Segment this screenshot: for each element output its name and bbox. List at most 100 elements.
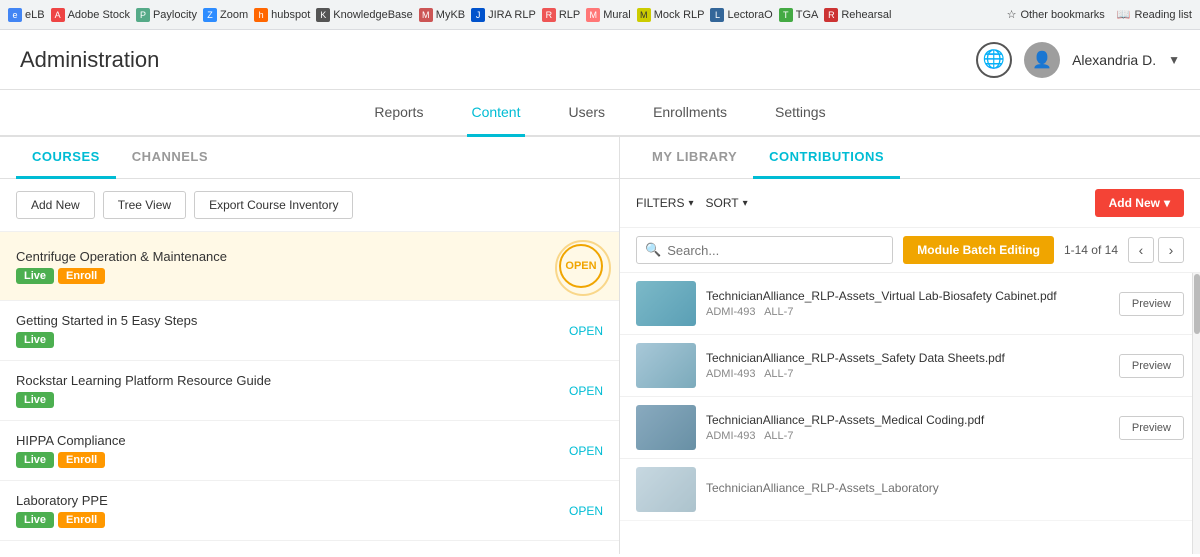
bookmark-jira[interactable]: J JIRA RLP [471,8,536,22]
course-info: Medical Coding Live Enroll [16,553,106,554]
content-thumbnail [636,281,696,326]
scrollbar-thumb[interactable] [1194,274,1200,334]
bookmark-rlp[interactable]: R RLP [542,8,580,22]
avatar: 👤 [1024,42,1060,78]
badge-enroll: Enroll [58,268,105,284]
module-batch-editing-button[interactable]: Module Batch Editing [903,236,1054,264]
content-title: TechnicianAlliance_RLP-Assets_Laboratory [706,481,1184,495]
course-badges: Live Enroll [16,268,227,284]
sort-button[interactable]: SORT ▾ [705,196,747,210]
preview-button[interactable]: Preview [1119,292,1184,316]
bookmark-mykb[interactable]: M MyKB [419,8,465,22]
course-item: Getting Started in 5 Easy Steps Live OPE… [0,301,619,361]
tab-enrollments[interactable]: Enrollments [649,90,731,137]
content-thumbnail [636,405,696,450]
export-course-inventory-button[interactable]: Export Course Inventory [194,191,353,219]
content-meta: ADMI-493 ALL-7 [706,306,1109,318]
prev-page-button[interactable]: ‹ [1128,237,1154,263]
bookmark-elb[interactable]: e eLB [8,8,45,22]
course-list: Centrifuge Operation & Maintenance Live … [0,232,619,554]
content-title: TechnicianAlliance_RLP-Assets_Medical Co… [706,413,1109,427]
course-item: Laboratory PPE Live Enroll OPEN [0,481,619,541]
course-name: Laboratory PPE [16,493,108,508]
next-page-button[interactable]: › [1158,237,1184,263]
add-new-dropdown-icon: ▾ [1164,196,1170,210]
open-label: OPEN [565,260,596,272]
bookmark-hubspot[interactable]: h hubspot [254,8,310,22]
badge-live: Live [16,268,54,284]
bookmark-mural[interactable]: M Mural [586,8,631,22]
course-badges: Live Enroll [16,452,126,468]
bookmark-zoom[interactable]: Z Zoom [203,8,248,22]
sub-tab-contributions[interactable]: CONTRIBUTIONS [753,137,900,179]
content-item: TechnicianAlliance_RLP-Assets_Safety Dat… [620,335,1200,397]
left-toolbar: Add New Tree View Export Course Inventor… [0,179,619,232]
content-item: TechnicianAlliance_RLP-Assets_Laboratory [620,459,1200,521]
content-meta: ADMI-493 ALL-7 [706,430,1109,442]
other-bookmarks: ☆ Other bookmarks 📖 Reading list [1007,8,1192,21]
badge-enroll: Enroll [58,452,105,468]
search-input[interactable] [667,243,884,258]
app-header: Administration 🌐 👤 Alexandria D. ▼ [0,30,1200,90]
tab-reports[interactable]: Reports [370,90,427,137]
course-badges: Live [16,392,271,408]
course-info: Centrifuge Operation & Maintenance Live … [16,249,227,284]
course-info: Rockstar Learning Platform Resource Guid… [16,373,271,408]
bookmark-rehearsal[interactable]: R Rehearsal [824,8,891,22]
open-button[interactable]: OPEN [569,384,603,398]
tab-settings[interactable]: Settings [771,90,830,137]
badge-live: Live [16,512,54,528]
content-meta2: ALL-7 [764,430,793,442]
app-title: Administration [20,47,159,73]
content-meta2: ALL-7 [764,368,793,380]
course-item: Rockstar Learning Platform Resource Guid… [0,361,619,421]
tab-content[interactable]: Content [467,90,524,137]
bookmark-tga[interactable]: T TGA [779,8,819,22]
content-info: TechnicianAlliance_RLP-Assets_Safety Dat… [706,351,1109,380]
open-button[interactable]: OPEN [569,444,603,458]
preview-button[interactable]: Preview [1119,354,1184,378]
content-meta1: ADMI-493 [706,430,756,442]
search-icon: 🔍 [645,242,661,258]
content-thumbnail [636,343,696,388]
add-new-content-button[interactable]: Add New ▾ [1095,189,1184,217]
course-item: Centrifuge Operation & Maintenance Live … [0,232,619,301]
content-item: TechnicianAlliance_RLP-Assets_Medical Co… [620,397,1200,459]
bookmark-paylocity[interactable]: P Paylocity [136,8,197,22]
scrollbar-track[interactable] [1192,273,1200,554]
badge-live: Live [16,452,54,468]
globe-icon[interactable]: 🌐 [976,42,1012,78]
open-button[interactable]: OPEN [569,504,603,518]
course-info: HIPPA Compliance Live Enroll [16,433,126,468]
add-new-button[interactable]: Add New [16,191,95,219]
content-item: TechnicianAlliance_RLP-Assets_Virtual La… [620,273,1200,335]
left-sub-tabs: COURSES CHANNELS [0,137,619,179]
sub-tab-my-library[interactable]: MY LIBRARY [636,137,753,179]
open-button[interactable]: OPEN [569,324,603,338]
badge-live: Live [16,392,54,408]
course-name: Rockstar Learning Platform Resource Guid… [16,373,271,388]
filters-button[interactable]: FILTERS ▾ [636,196,693,210]
content-meta1: ADMI-493 [706,306,756,318]
content-info: TechnicianAlliance_RLP-Assets_Virtual La… [706,289,1109,318]
course-item: Medical Coding Live Enroll OPEN [0,541,619,554]
open-circle-button[interactable]: OPEN [559,244,603,288]
preview-button[interactable]: Preview [1119,416,1184,440]
sub-tab-channels[interactable]: CHANNELS [116,137,224,179]
tree-view-button[interactable]: Tree View [103,191,186,219]
content-title: TechnicianAlliance_RLP-Assets_Virtual La… [706,289,1109,303]
bookmark-mockrlp[interactable]: M Mock RLP [637,8,705,22]
content-meta2: ALL-7 [764,306,793,318]
filters-row: FILTERS ▾ SORT ▾ Add New ▾ [620,179,1200,228]
user-name: Alexandria D. [1072,52,1156,68]
sub-tab-courses[interactable]: COURSES [16,137,116,179]
bookmark-knowledgebase[interactable]: K KnowledgeBase [316,8,413,22]
pagination-buttons: ‹ › [1128,237,1184,263]
user-dropdown-arrow[interactable]: ▼ [1168,53,1180,67]
tab-users[interactable]: Users [565,90,610,137]
right-panel: MY LIBRARY CONTRIBUTIONS FILTERS ▾ SORT … [620,137,1200,554]
bookmark-adobe[interactable]: A Adobe Stock [51,8,130,22]
course-badges: Live Enroll [16,512,108,528]
browser-bookmarks-bar: e eLB A Adobe Stock P Paylocity Z Zoom h… [0,0,1200,30]
bookmark-lectora[interactable]: L LectoraO [710,8,772,22]
